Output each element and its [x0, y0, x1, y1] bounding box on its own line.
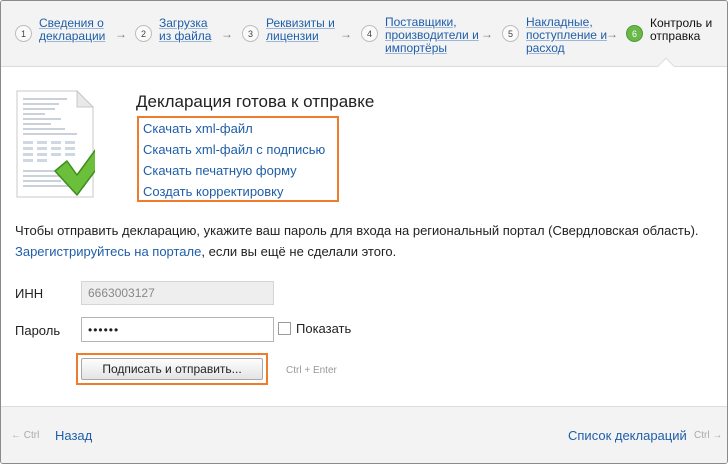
step-label: Поставщики, производители и импортёры	[385, 15, 479, 55]
step-label: Сведения о декларации	[39, 16, 106, 43]
wizard-stepper: 1 Сведения о декларации → 2 Загрузка из фа…	[1, 1, 727, 75]
page-title: Декларация готова к отправке	[136, 92, 375, 111]
submit-shortcut-hint: Ctrl + Enter	[286, 365, 337, 376]
declarations-list-link[interactable]: Список деклараций	[568, 428, 687, 443]
step-number: 4	[361, 25, 378, 42]
arrow-icon: →	[481, 27, 493, 41]
forward-shortcut-hint: Ctrl →	[694, 430, 723, 441]
footer-bar: ← Ctrl Назад Список деклараций Ctrl →	[1, 406, 727, 463]
step-number: 5	[502, 25, 519, 42]
show-password-checkbox[interactable]	[278, 322, 291, 335]
password-label: Пароль	[15, 323, 61, 338]
step-6-control-send: 6 Контроль и отправка	[626, 17, 712, 43]
step-number: 6	[626, 25, 643, 42]
declaration-window: 1 Сведения о декларации → 2 Загрузка из фа…	[0, 0, 728, 464]
instruction-text: Чтобы отправить декларацию, укажите ваш …	[15, 223, 699, 259]
back-link[interactable]: Назад	[55, 428, 92, 443]
arrow-icon: →	[115, 27, 127, 41]
step-number: 1	[15, 25, 32, 42]
sign-and-send-button[interactable]: Подписать и отправить...	[81, 358, 263, 380]
step-label: Загрузка из файла	[159, 16, 212, 43]
download-links-highlight: Скачать xml-файл Скачать xml-файл с подп…	[137, 116, 339, 202]
show-password-label[interactable]: Показать	[296, 321, 351, 336]
document-ready-icon	[16, 89, 95, 198]
step-number: 2	[135, 25, 152, 42]
register-portal-link[interactable]: Зарегистрируйтесь на портале	[15, 244, 201, 259]
step-label: Реквизиты и лицензии	[266, 16, 335, 43]
inn-label: ИНН	[15, 286, 44, 301]
submit-button-highlight: Подписать и отправить...	[76, 353, 268, 385]
create-correction-link[interactable]: Создать корректировку	[143, 184, 284, 199]
step-2-file-upload[interactable]: 2 Загрузка из файла	[135, 17, 211, 43]
arrow-icon: →	[606, 27, 618, 41]
step-number: 3	[242, 25, 259, 42]
step-label: Накладные, поступление и расход	[526, 15, 608, 55]
arrow-icon: →	[340, 27, 352, 41]
download-print-form-link[interactable]: Скачать печатную форму	[143, 163, 297, 178]
back-shortcut-hint: ← Ctrl	[11, 430, 40, 441]
step-label: Контроль и отправка	[650, 16, 713, 43]
inn-field: 6663003127	[81, 281, 274, 305]
download-signed-xml-link[interactable]: Скачать xml-файл с подписью	[143, 142, 325, 157]
password-field[interactable]: ••••••	[81, 317, 274, 342]
step-4-suppliers[interactable]: 4 Поставщики, производители и импортёры	[361, 15, 479, 55]
active-step-pointer	[657, 57, 675, 75]
step-5-invoices[interactable]: 5 Накладные, поступление и расход	[502, 15, 608, 55]
step-1-declaration-info[interactable]: 1 Сведения о декларации	[15, 17, 105, 43]
download-xml-link[interactable]: Скачать xml-файл	[143, 121, 253, 136]
step-3-requisites[interactable]: 3 Реквизиты и лицензии	[242, 17, 335, 43]
arrow-icon: →	[221, 27, 233, 41]
